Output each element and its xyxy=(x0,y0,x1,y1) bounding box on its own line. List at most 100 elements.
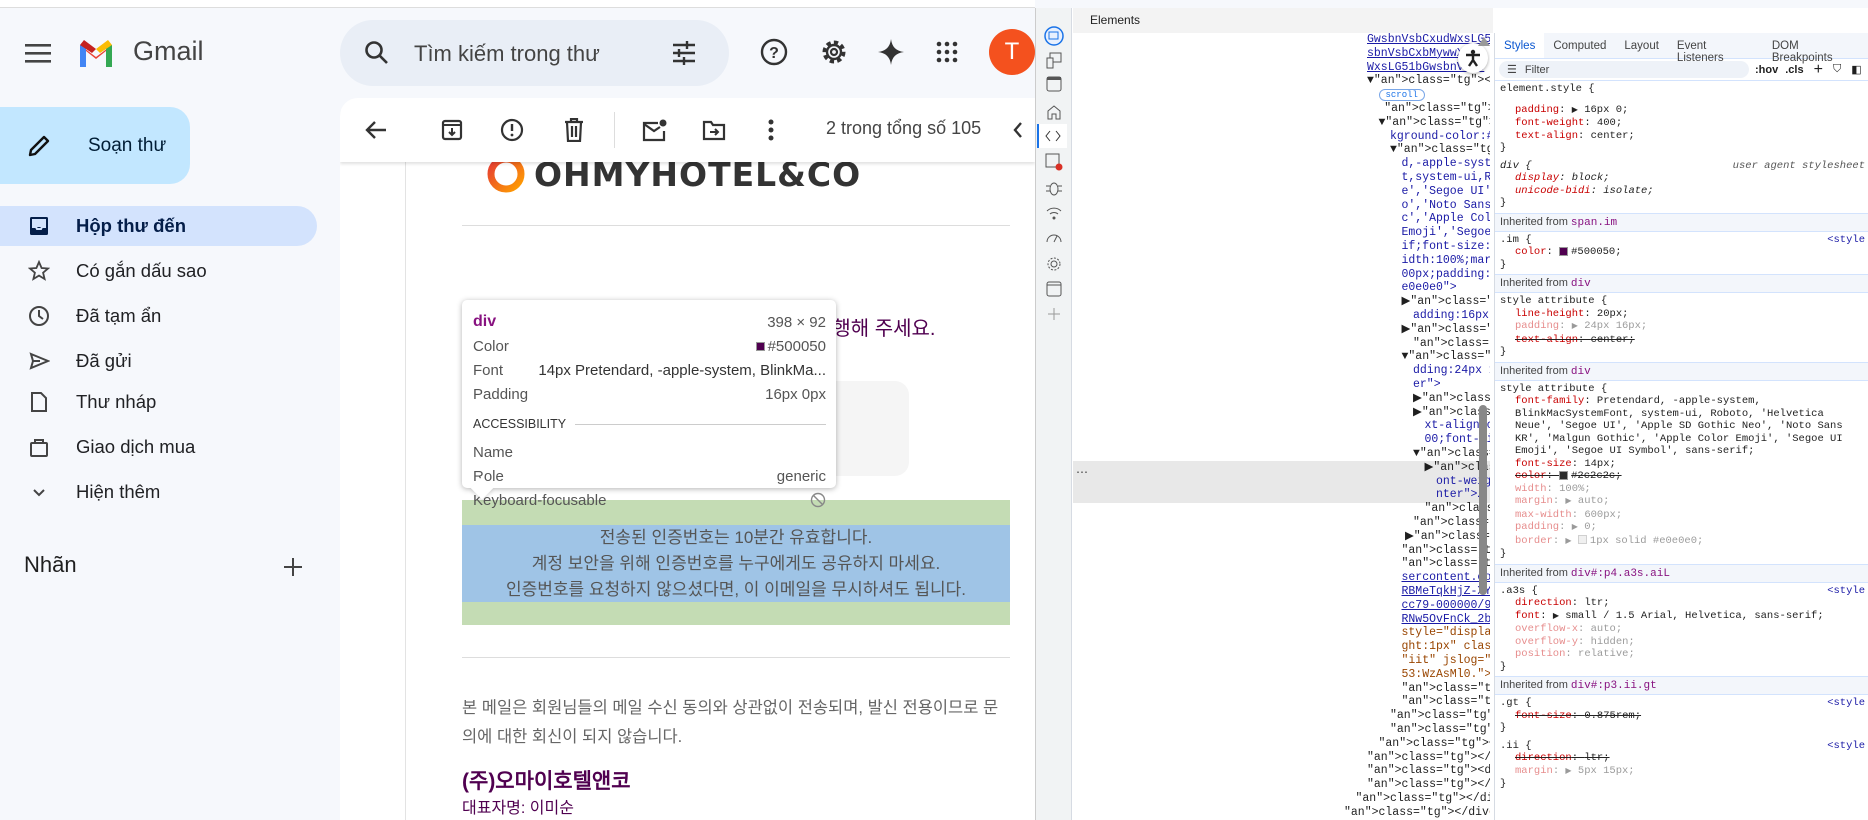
report-spam-button[interactable] xyxy=(497,115,527,145)
dom-node-line[interactable]: "an">class="tg"><div class="yj xyxy=(1402,682,1491,696)
css-property[interactable]: text-align: center; xyxy=(1500,130,1864,143)
css-rule[interactable]: element.style {padding: ▶ 16px 0; font-we… xyxy=(1495,81,1868,158)
css-property[interactable]: font: ▶ small / 1.5 Arial, Helvetica, sa… xyxy=(1500,610,1864,624)
dom-node-line[interactable]: "an">class="tg"><img alt src=" xyxy=(1402,557,1491,571)
rule-source[interactable]: <style xyxy=(1827,585,1865,598)
css-property[interactable]: display: block; xyxy=(1500,172,1864,185)
css-property[interactable]: padding: ▶ 16px 0; xyxy=(1500,104,1864,118)
network-tool[interactable] xyxy=(1042,201,1066,225)
paint-brush-icon[interactable]: ⛉ xyxy=(1833,63,1841,76)
css-rule[interactable]: style attribute {font-family: Pretendard… xyxy=(1495,381,1868,564)
new-rule-icon[interactable]: + xyxy=(1814,61,1823,79)
dom-node-line[interactable]: ▶"an">class="tg"><div style=" xyxy=(1402,323,1491,337)
tab-strip-button[interactable] xyxy=(1042,72,1066,96)
inherited-selector[interactable]: div xyxy=(1571,366,1591,378)
dom-node-line[interactable]: sercontent.com xyxy=(1402,571,1491,585)
performance-tool[interactable] xyxy=(1042,226,1066,250)
account-avatar[interactable]: T xyxy=(989,29,1035,75)
css-property[interactable]: overflow-y: hidden; xyxy=(1500,636,1864,649)
expand-triangle-icon[interactable]: ▶ xyxy=(1572,523,1578,532)
css-property[interactable]: font-weight: 400; xyxy=(1500,117,1864,130)
css-rule[interactable]: div {user agent stylesheet display: block… xyxy=(1495,158,1868,213)
dom-node-line[interactable]: ▶"an">class="tg"><span class= xyxy=(1405,530,1490,544)
gutter-ellipsis[interactable]: ⋯ xyxy=(1076,465,1088,480)
dom-node-line[interactable]: "an">class="tg"></divclass="tg">> xyxy=(1367,778,1490,792)
css-property[interactable]: margin: ▶ 5px 15px; xyxy=(1500,765,1864,779)
archive-button[interactable] xyxy=(437,115,467,145)
dom-node-line[interactable]: er"> xyxy=(1413,378,1441,392)
dom-node-line[interactable]: "an">class="tg"></divclass="tg">> xyxy=(1402,544,1491,558)
create-label-button[interactable] xyxy=(278,552,308,582)
sources-tool[interactable] xyxy=(1042,176,1066,200)
css-property[interactable]: font-size: 14px; xyxy=(1500,458,1864,471)
css-property[interactable]: text-align: center; xyxy=(1500,334,1864,347)
back-button[interactable] xyxy=(361,115,391,145)
hover-state-toggle[interactable]: :hov xyxy=(1755,64,1778,76)
css-rule[interactable]: .im {<style color: #500050;} xyxy=(1495,232,1868,275)
expand-triangle-icon[interactable]: ▶ xyxy=(1553,612,1559,621)
accessibility-button[interactable] xyxy=(1458,43,1488,73)
inherited-selector[interactable]: div#:p3.ii.gt xyxy=(1571,680,1657,692)
color-swatch[interactable] xyxy=(1559,470,1569,480)
sidebar-item[interactable]: Giao dịch mua xyxy=(0,427,317,467)
dom-node-line[interactable]: RNw5OvFnCk_2bj xyxy=(1402,613,1491,627)
dom-node-line[interactable]: ▼"an">class="tg"><div id=":p4" clas xyxy=(1367,74,1490,88)
css-property[interactable]: line-height: 20px; xyxy=(1500,308,1864,321)
rule-source[interactable]: <style xyxy=(1827,740,1865,753)
dom-node-line[interactable]: 53:WzAsMl0."> xyxy=(1402,668,1491,682)
sidebar-item[interactable]: Thư nháp xyxy=(0,382,317,422)
styles-tab[interactable]: Event Listeners xyxy=(1668,33,1763,64)
css-property[interactable]: max-width: 600px; xyxy=(1500,509,1864,522)
scroll-up-arrow[interactable] xyxy=(1478,37,1490,46)
scroll-badge[interactable]: scroll xyxy=(1378,88,1425,102)
css-rule[interactable]: style attribute {line-height: 20px; paddi… xyxy=(1495,293,1868,362)
search-bar[interactable]: Tìm kiếm trong thư xyxy=(340,20,729,86)
dom-node-line[interactable]: style="display xyxy=(1402,626,1491,640)
color-swatch[interactable] xyxy=(1559,246,1569,256)
dom-node-line[interactable]: Emoji','Segoe xyxy=(1402,226,1491,240)
sidebar-item[interactable]: Hiện thêm xyxy=(0,472,317,512)
styles-tab[interactable]: Computed xyxy=(1544,33,1615,58)
dom-node-line[interactable]: "iit" jslog="1 xyxy=(1402,654,1491,668)
dom-node-line[interactable]: "an">class="tg"></divclass="tg">> xyxy=(1344,806,1490,820)
support-button[interactable]: ? xyxy=(759,37,789,67)
memory-tool[interactable] xyxy=(1042,252,1066,276)
inherited-selector[interactable]: span.im xyxy=(1571,217,1617,229)
dom-tree[interactable]: ⋯ GwsbnVsbCxudWxsLG51bsbnVsbCxbMywwXSxwW… xyxy=(1073,33,1490,820)
dom-node-line[interactable]: RBMeTqkHjZ-XY4 xyxy=(1402,585,1491,599)
sidebar-item[interactable]: Hộp thư đến xyxy=(0,206,317,246)
inherited-selector[interactable]: div#:p4.a3s.aiL xyxy=(1571,568,1670,580)
class-toggle[interactable]: .cls xyxy=(1785,64,1803,76)
dom-node-line[interactable]: if;font-size:1 xyxy=(1402,240,1491,254)
css-property[interactable]: color: #500050; xyxy=(1500,246,1864,259)
dom-node-line[interactable]: "an">class="tg"></divclass="tg">> xyxy=(1379,737,1491,751)
css-rule[interactable]: .gt {<style font-size: 0.875rem;} xyxy=(1495,695,1868,738)
css-property[interactable]: direction: ltr; xyxy=(1500,597,1864,610)
mark-unread-button[interactable] xyxy=(640,115,670,145)
css-property[interactable]: unicode-bidi: isolate; xyxy=(1500,185,1864,198)
dom-node-line[interactable]: nter">… xyxy=(1436,488,1484,502)
sidebar-toggle-icon[interactable]: ◧ xyxy=(1851,63,1861,76)
rule-source[interactable]: <style xyxy=(1827,697,1865,710)
dom-node-line[interactable]: "an">class="tg"></divclass="tg">> xyxy=(1413,337,1490,351)
css-property[interactable]: overflow-x: auto; xyxy=(1500,623,1864,636)
rule-source[interactable]: <style xyxy=(1827,234,1865,247)
dom-node-line[interactable]: ▼"an">class="tg"><div style="fo xyxy=(1390,143,1490,157)
dom-node-line[interactable]: "an">class="tg"></divclass="tg">> xyxy=(1367,751,1490,765)
expand-triangle-icon[interactable]: ▶ xyxy=(1565,537,1571,546)
dom-node-line[interactable]: cc79-000000/9Z xyxy=(1402,599,1491,613)
sidebar-item[interactable]: Đã gửi xyxy=(0,341,317,381)
dom-node-line[interactable]: e0e0e0"> xyxy=(1402,281,1457,295)
search-options-icon[interactable] xyxy=(671,40,697,66)
dom-node-line[interactable]: 00px;padding:0 xyxy=(1402,268,1491,282)
css-property[interactable]: direction: ltr; xyxy=(1500,752,1864,765)
css-property[interactable]: border: ▶ 1px solid #e0e0e0; xyxy=(1500,535,1864,549)
dom-node-line[interactable]: ▼"an">class="tg"><div style=" xyxy=(1402,350,1491,364)
css-property[interactable]: font-family: Pretendard, -apple-system, … xyxy=(1500,395,1864,458)
dom-node-line[interactable]: ▶"an">class="tg"><div style=" xyxy=(1402,295,1491,309)
expand-triangle-icon[interactable]: ▶ xyxy=(1572,106,1578,115)
dom-node-line[interactable]: t,system-ui,Ro xyxy=(1402,171,1491,185)
css-property[interactable]: width: 100%; xyxy=(1500,483,1864,496)
sidebar-item[interactable]: Có gắn dấu sao xyxy=(0,251,317,291)
dom-node-line[interactable]: "an">class="tg"><div class="adL" xyxy=(1390,723,1490,737)
